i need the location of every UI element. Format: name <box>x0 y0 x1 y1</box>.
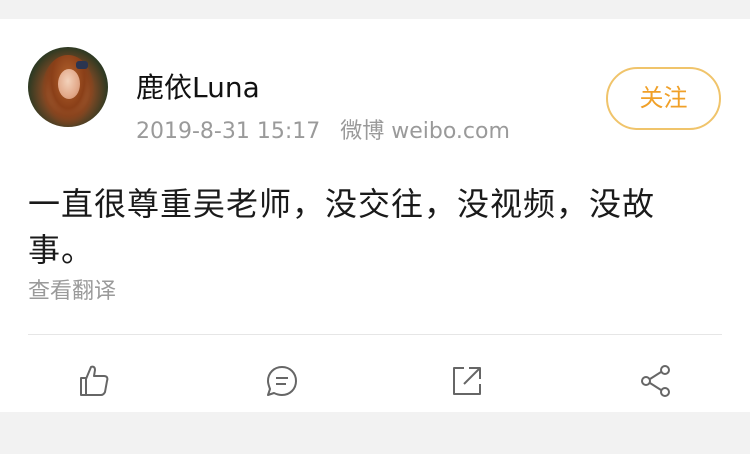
post-source: 微博 weibo.com <box>340 119 510 144</box>
username[interactable]: 鹿依Luna <box>136 72 260 104</box>
comment-button[interactable] <box>242 346 322 416</box>
repost-button[interactable] <box>427 346 507 416</box>
translate-link[interactable]: 查看翻译 <box>28 279 116 305</box>
post-meta: 2019-8-31 15:17 微博 weibo.com <box>136 119 510 145</box>
repost-icon <box>453 367 481 395</box>
avatar[interactable] <box>28 47 108 127</box>
divider <box>28 334 722 335</box>
thumbs-up-icon <box>80 365 109 396</box>
post-text: 一直很尊重吴老师，没交往，没视频，没故事。 <box>28 185 656 269</box>
follow-button[interactable]: 关注 <box>606 67 721 130</box>
like-button[interactable] <box>54 346 134 416</box>
post-card: 鹿依Luna 2019-8-31 15:17 微博 weibo.com 关注 一直… <box>0 19 750 412</box>
action-bar <box>0 346 750 416</box>
post-timestamp: 2019-8-31 15:17 <box>136 119 321 144</box>
avatar-face <box>58 69 80 99</box>
share-icon <box>641 365 670 397</box>
avatar-bow <box>76 61 88 69</box>
comment-icon <box>267 366 297 396</box>
share-button[interactable] <box>616 346 696 416</box>
